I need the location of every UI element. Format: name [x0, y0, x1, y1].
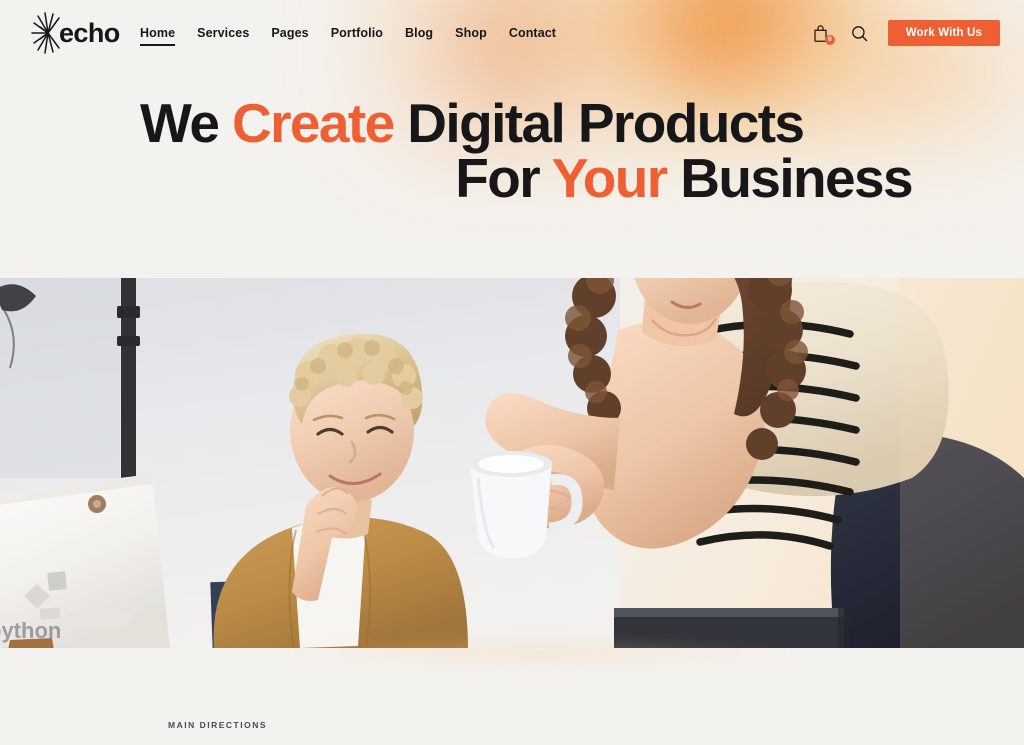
- nav-item-portfolio[interactable]: Portfolio: [331, 24, 383, 42]
- nav-item-home[interactable]: Home: [140, 24, 176, 46]
- nav-item-contact[interactable]: Contact: [509, 24, 556, 42]
- hero-image: python: [0, 278, 1024, 648]
- main-navigation: Home Services Pages Portfolio Blog Shop …: [140, 0, 556, 66]
- work-with-us-button[interactable]: Work With Us: [887, 20, 1000, 46]
- svg-text:echo: echo: [59, 18, 120, 48]
- hero-photo-illustration: python: [0, 278, 1024, 648]
- nav-item-services[interactable]: Services: [197, 24, 249, 42]
- starburst-icon: echo: [31, 12, 120, 54]
- hero-headline-line-2: For Your Business: [0, 151, 1024, 206]
- hero-line1-post: Digital Products: [393, 92, 805, 154]
- logo[interactable]: echo: [28, 10, 124, 56]
- hero-headline-line-1: We Create Digital Products: [0, 96, 1024, 151]
- nav-item-shop[interactable]: Shop: [455, 24, 487, 42]
- hero-line2-post: Business: [666, 147, 913, 209]
- main-directions-label: MAIN DIRECTIONS: [168, 720, 267, 730]
- nav-item-pages[interactable]: Pages: [271, 24, 308, 42]
- hero-line1-pre: We: [140, 92, 232, 154]
- landing-page: echo Home Services Pages Portfolio Blog …: [0, 0, 1024, 745]
- hero-line1-accent: Create: [232, 92, 395, 154]
- header-actions: 0 Work With Us: [810, 0, 1000, 66]
- site-header: echo Home Services Pages Portfolio Blog …: [0, 0, 1024, 66]
- search-icon: [852, 25, 868, 41]
- cart-count-badge: 0: [824, 35, 835, 45]
- hero-line2-pre: For: [455, 147, 552, 209]
- hero-line2-accent: Your: [551, 147, 668, 209]
- search-button[interactable]: [849, 21, 871, 45]
- hero-copy: We Create Digital Products For Your Busi…: [0, 96, 1024, 206]
- cart-button[interactable]: 0: [810, 21, 835, 45]
- nav-item-blog[interactable]: Blog: [405, 24, 433, 42]
